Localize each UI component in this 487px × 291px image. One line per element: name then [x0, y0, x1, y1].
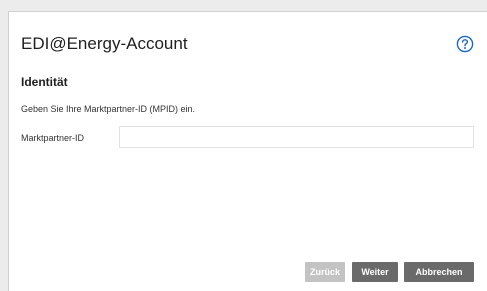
dialog-title: EDI@Energy-Account [21, 34, 188, 53]
section-heading: Identität [21, 75, 68, 89]
account-dialog: EDI@Energy-Account Identität Geben Sie I… [8, 11, 487, 291]
question-circle-icon[interactable] [456, 35, 474, 53]
next-button[interactable]: Weiter [352, 262, 398, 282]
instruction-text: Geben Sie Ihre Marktpartner-ID (MPID) ei… [21, 104, 196, 114]
marktpartner-id-label: Marktpartner-ID [21, 133, 85, 143]
cancel-button[interactable]: Abbrechen [404, 262, 474, 282]
back-button[interactable]: Zurück [305, 262, 345, 282]
marktpartner-id-input[interactable] [119, 126, 474, 148]
